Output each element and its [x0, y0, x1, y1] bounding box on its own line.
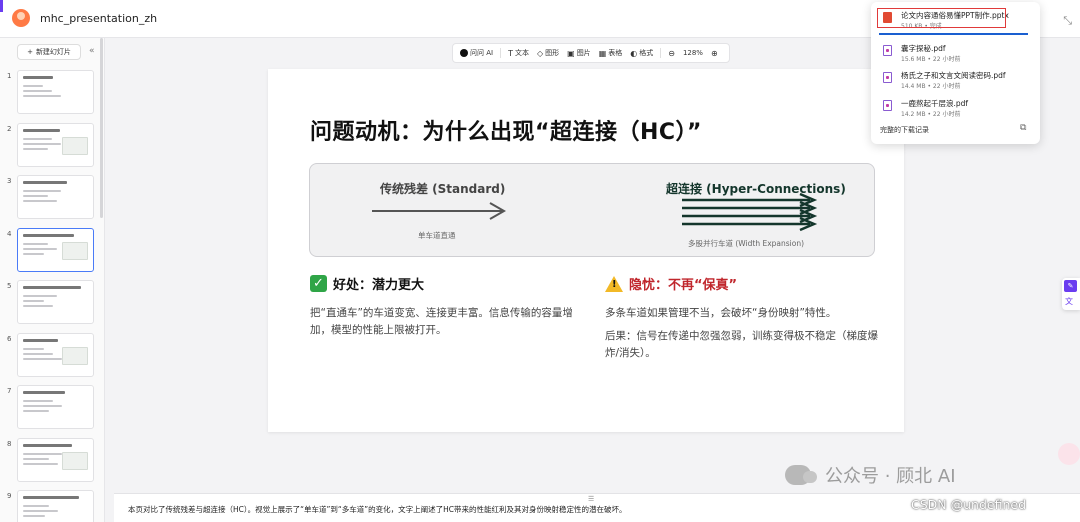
resize-handle-icon[interactable]: ☰	[588, 495, 594, 503]
slide-thumbnail[interactable]	[17, 280, 94, 324]
slide-thumbnail[interactable]	[17, 122, 94, 167]
slide-thumbnail-row[interactable]: 5	[0, 280, 100, 326]
csdn-watermark: CSDN @undefined	[911, 497, 1027, 512]
slide-thumbnail-row[interactable]: 1	[0, 70, 100, 116]
multi-lane-arrows-icon	[682, 192, 818, 232]
assistant-icon[interactable]: ✎	[1064, 280, 1077, 292]
single-lane-caption: 单车道直通	[418, 231, 456, 240]
slide-number: 7	[7, 387, 12, 395]
warning-icon	[605, 275, 623, 292]
download-item[interactable]: 杨氏之子和文言文阅读密码.pdf 14.4 MB • 22 小时前	[879, 68, 1034, 94]
slide-number: 2	[7, 124, 12, 133]
concern-text-line-2: 后果：信号在传递中忽强忽弱，训练变得极不稳定（梯度爆炸/消失）。	[605, 330, 878, 359]
accent-line	[0, 0, 3, 12]
ai-icon	[460, 49, 468, 57]
new-slide-label: 新建幻灯片	[35, 48, 71, 56]
shape-button[interactable]: ◇ 图形	[534, 44, 562, 62]
palette-icon: ◐	[630, 48, 638, 58]
comparison-box[interactable]: 传统残差 (Standard) 单车道直通 超连接 (Hyper-Connect…	[309, 163, 875, 257]
slide-thumbnail-row[interactable]: 7	[0, 385, 100, 431]
slide-thumbnail-row[interactable]: 3	[0, 175, 100, 221]
download-item[interactable]: 囊字探秘.pdf 15.6 MB • 22 小时前	[879, 41, 1034, 67]
image-icon: ▣	[567, 48, 575, 58]
slide-thumbnail[interactable]	[17, 227, 94, 272]
open-external-icon[interactable]: ⧉	[1020, 123, 1026, 133]
slide-thumbnail[interactable]	[17, 332, 94, 377]
slide-thumbnail-row[interactable]: 6	[0, 332, 100, 379]
table-icon: ▦	[598, 48, 607, 58]
ask-ai-button[interactable]: 问问 AI	[457, 44, 496, 62]
concern-heading[interactable]: 隐忧：不再“保真”	[605, 274, 737, 293]
floating-tools: ✎ 文	[1062, 278, 1080, 310]
multi-lane-caption: 多股并行车道 (Width Expansion)	[688, 239, 805, 248]
benefit-text[interactable]: 把“直通车”的车道变宽、连接更丰富。信息传输的容量增加，模型的性能上限被打开。	[310, 305, 586, 339]
checkmark-icon: ✓	[310, 275, 327, 292]
pdf-file-icon	[883, 45, 892, 56]
benefit-title: 好处：潜力更大	[333, 278, 425, 293]
slide-number: 3	[7, 177, 12, 185]
zoom-level[interactable]: 128%	[680, 44, 706, 62]
image-button[interactable]: ▣ 图片	[564, 44, 594, 62]
slide-number: 9	[7, 492, 12, 500]
slide-number: 5	[7, 282, 12, 290]
slide-canvas[interactable]: 问题动机：为什么出现“超连接（HC）” 传统残差 (Standard) 单车道直…	[268, 69, 904, 432]
slide-number: 4	[7, 229, 12, 238]
text-icon: T	[508, 48, 513, 58]
floating-widget-icon[interactable]	[1058, 443, 1080, 465]
editor-toolbar: 问问 AI T 文本 ◇ 图形 ▣ 图片 ▦ 表格 ◐ 格式 ⊖ 128% ⊕	[452, 43, 730, 63]
slide-thumbnail-row[interactable]: 9	[0, 490, 100, 522]
new-slide-button[interactable]: + 新建幻灯片	[17, 44, 81, 60]
single-lane-arrow-icon	[372, 202, 507, 220]
pdf-file-icon	[883, 100, 892, 111]
minimize-icon[interactable]: ⤡	[1063, 14, 1072, 28]
notes-text[interactable]: 本页对比了传统残差与超连接（HC）。视觉上展示了“单车道”到“多车道”的变化，文…	[128, 504, 627, 515]
format-button[interactable]: ◐ 格式	[627, 44, 656, 62]
table-button[interactable]: ▦ 表格	[596, 44, 626, 62]
document-title[interactable]: mhc_presentation_zh	[40, 12, 157, 25]
zoom-in-icon: ⊕	[710, 48, 718, 58]
sidebar-scrollbar[interactable]	[100, 38, 103, 218]
pdf-file-icon	[883, 72, 892, 83]
concern-title: 隐忧：不再“保真”	[629, 278, 738, 293]
slide-thumbnail[interactable]	[17, 175, 94, 219]
concern-text[interactable]: 多条车道如果管理不当，会破坏“身份映射”特性。 后果：信号在传递中忽强忽弱，训练…	[605, 305, 881, 368]
collapse-sidebar-icon[interactable]: «	[89, 46, 95, 56]
full-download-history-link[interactable]: 完整的下载记录	[880, 125, 929, 135]
slide-title[interactable]: 问题动机：为什么出现“超连接（HC）”	[310, 114, 702, 146]
plus-icon: +	[27, 48, 33, 56]
slide-thumbnail[interactable]	[17, 385, 94, 429]
slide-sidebar: + 新建幻灯片 « 1 2 3 4 5 6 7 8 9	[0, 38, 105, 522]
toolbar-divider	[500, 48, 502, 58]
shape-icon: ◇	[536, 48, 544, 58]
slide-thumbnail[interactable]	[17, 437, 94, 482]
highlight-box	[877, 8, 1006, 28]
translate-icon[interactable]: 文	[1065, 296, 1073, 307]
zoom-out-button[interactable]: ⊖	[665, 44, 678, 62]
slide-thumbnail[interactable]	[17, 490, 94, 522]
slide-thumbnail-row[interactable]: 2	[0, 122, 100, 169]
wechat-icon	[785, 465, 817, 485]
zoom-in-button[interactable]: ⊕	[708, 44, 721, 62]
download-progress-bar	[879, 33, 1028, 35]
slide-number: 1	[7, 72, 12, 80]
slide-number: 8	[7, 439, 12, 448]
slide-number: 6	[7, 334, 12, 343]
app-logo-icon[interactable]	[12, 9, 30, 27]
text-button[interactable]: T 文本	[505, 44, 532, 62]
downloads-panel: 论文内容通俗易懂PPT制作.pptx 510 KB • 完成 囊字探秘.pdf …	[871, 2, 1040, 144]
wechat-watermark: 公众号 · 顾北 AI	[785, 462, 956, 488]
slide-thumbnail-row[interactable]: 8	[0, 437, 100, 484]
concern-text-line-1: 多条车道如果管理不当，会破坏“身份映射”特性。	[605, 307, 837, 319]
slide-thumbnail[interactable]	[17, 70, 94, 114]
standard-residual-title: 传统残差 (Standard)	[380, 182, 506, 196]
benefit-heading[interactable]: ✓ 好处：潜力更大	[310, 274, 424, 293]
toolbar-divider	[660, 48, 662, 58]
watermark-brand: 公众号 · 顾北 AI	[825, 466, 956, 487]
download-item[interactable]: 一鹿熬起千层浪.pdf 14.2 MB • 22 小时前	[879, 96, 1034, 122]
slide-thumbnail-row[interactable]: 4	[0, 227, 100, 274]
zoom-out-icon: ⊖	[668, 48, 675, 58]
